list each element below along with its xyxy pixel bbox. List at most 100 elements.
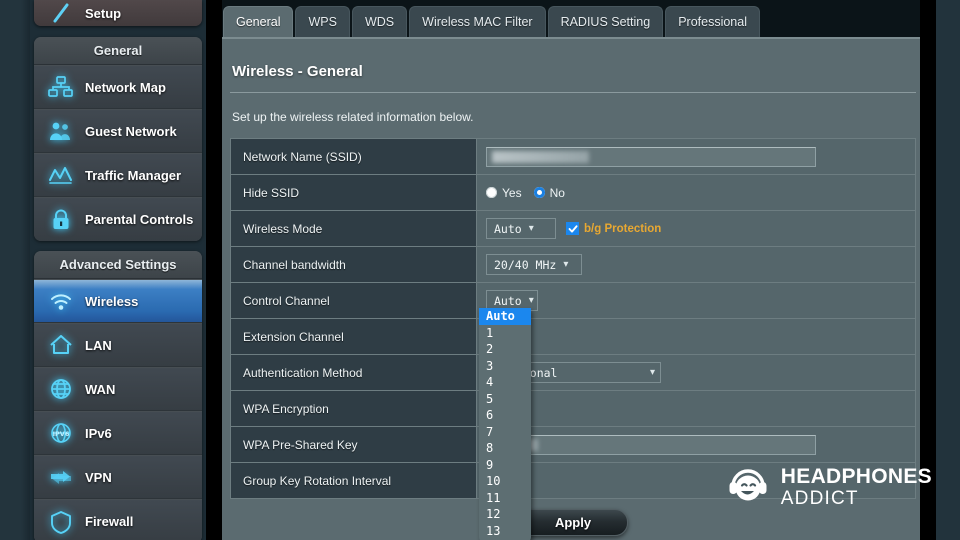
- table-row: Network Name (SSID): [231, 139, 915, 175]
- row-label-channel-bandwidth: Channel bandwidth: [231, 247, 477, 282]
- row-value-authentication-method: ersonal ▾: [477, 355, 915, 390]
- dropdown-option-12[interactable]: 12: [479, 506, 531, 523]
- chevron-down-icon: ▾: [649, 367, 655, 378]
- tab-bar: General WPS WDS Wireless MAC Filter RADI…: [222, 0, 920, 37]
- wireless-mode-select[interactable]: Auto ▾: [486, 218, 556, 239]
- sidebar-item-guest-network-label: Guest Network: [85, 123, 177, 139]
- sidebar-group-general-title: General: [34, 37, 202, 65]
- page-description: Set up the wireless related information …: [232, 110, 474, 124]
- sidebar-group-advanced-title: Advanced Settings: [34, 251, 202, 279]
- row-value-hide-ssid: Yes No: [477, 175, 915, 210]
- dropdown-option-9[interactable]: 9: [479, 457, 531, 474]
- dropdown-option-10[interactable]: 10: [479, 473, 531, 490]
- bg-protection-label: b/g Protection: [584, 222, 662, 235]
- chevron-down-icon: ▾: [528, 295, 534, 306]
- sidebar-item-traffic-manager[interactable]: Traffic Manager: [34, 153, 202, 197]
- hide-ssid-radio-yes[interactable]: Yes: [486, 186, 522, 200]
- row-value-group-key-rotation-interval[interactable]: [477, 463, 915, 498]
- tab-wireless-mac-filter[interactable]: Wireless MAC Filter: [409, 6, 546, 37]
- sidebar-item-wan[interactable]: WAN: [34, 367, 202, 411]
- sidebar-group-advanced-settings: Advanced Settings Wireless LAN WAN IPV6 …: [34, 251, 202, 540]
- hide-ssid-radio-no[interactable]: No: [533, 185, 565, 200]
- wand-icon: [46, 0, 76, 26]
- sidebar-item-setup-label: Setup: [85, 5, 122, 21]
- row-value-extension-channel[interactable]: [477, 319, 915, 354]
- table-row: Control Channel Auto ▾: [231, 283, 915, 319]
- control-channel-value: Auto: [494, 293, 522, 308]
- table-row: Authentication Method ersonal ▾: [231, 355, 915, 391]
- table-row: Group Key Rotation Interval: [231, 463, 915, 499]
- channel-bandwidth-select[interactable]: 20/40 MHz ▾: [486, 254, 582, 275]
- dropdown-option-1[interactable]: 1: [479, 325, 531, 342]
- ssid-input[interactable]: [486, 146, 816, 167]
- sidebar-item-setup[interactable]: Setup: [34, 0, 202, 26]
- right-divider: [920, 0, 936, 540]
- dropdown-option-13[interactable]: 13: [479, 523, 531, 540]
- sidebar-item-lan[interactable]: LAN: [34, 323, 202, 367]
- apply-bar: Apply: [222, 503, 920, 540]
- dropdown-option-8[interactable]: 8: [479, 440, 531, 457]
- channel-bandwidth-value: 20/40 MHz: [494, 257, 557, 272]
- shield-icon: [46, 507, 76, 537]
- wpa-pre-shared-key-input[interactable]: [486, 434, 816, 455]
- table-row: Wireless Mode Auto ▾ b/g Protection: [231, 211, 915, 247]
- dropdown-option-2[interactable]: 2: [479, 341, 531, 358]
- dropdown-option-4[interactable]: 4: [479, 374, 531, 391]
- router-admin-screen: Setup General Network Map Guest Network …: [0, 0, 960, 540]
- sidebar-item-vpn-label: VPN: [85, 469, 112, 485]
- row-value-wpa-encryption[interactable]: [477, 391, 915, 426]
- radio-circle-no: [533, 187, 545, 198]
- sidebar-item-ipv6-label: IPv6: [85, 425, 112, 441]
- guest-network-icon: [46, 116, 76, 146]
- page-title: Wireless - General: [232, 63, 363, 80]
- row-label-hide-ssid: Hide SSID: [231, 175, 477, 210]
- row-value-control-channel: Auto ▾: [477, 283, 915, 318]
- table-row: Channel bandwidth 20/40 MHz ▾: [231, 247, 915, 283]
- row-label-wpa-pre-shared-key: WPA Pre-Shared Key: [231, 427, 477, 462]
- dropdown-option-auto[interactable]: Auto: [479, 308, 531, 325]
- bg-protection-checkbox[interactable]: [566, 222, 579, 235]
- sidebar-item-guest-network[interactable]: Guest Network: [34, 109, 202, 153]
- tab-wps[interactable]: WPS: [295, 6, 350, 37]
- apply-button[interactable]: Apply: [518, 509, 628, 536]
- sidebar-group-general: General Network Map Guest Network Traffi…: [34, 37, 202, 241]
- row-label-authentication-method: Authentication Method: [231, 355, 477, 390]
- dropdown-option-11[interactable]: 11: [479, 490, 531, 507]
- sidebar-item-lan-label: LAN: [85, 337, 112, 353]
- sidebar-item-network-map[interactable]: Network Map: [34, 65, 202, 109]
- hide-ssid-no-label: No: [549, 185, 565, 200]
- dropdown-option-3[interactable]: 3: [479, 358, 531, 375]
- row-label-control-channel: Control Channel: [231, 283, 477, 318]
- sidebar-item-ipv6[interactable]: IPV6 IPv6: [34, 411, 202, 455]
- wifi-icon: [46, 286, 76, 316]
- table-row: WPA Pre-Shared Key: [231, 427, 915, 463]
- sidebar-item-parental-controls-label: Parental Controls: [85, 212, 194, 227]
- tab-professional[interactable]: Professional: [665, 6, 760, 37]
- dropdown-option-5[interactable]: 5: [479, 391, 531, 408]
- sidebar-item-wireless[interactable]: Wireless: [34, 279, 202, 323]
- row-label-extension-channel: Extension Channel: [231, 319, 477, 354]
- sidebar-item-vpn[interactable]: VPN: [34, 455, 202, 499]
- row-label-group-key-rotation-interval: Group Key Rotation Interval: [231, 463, 477, 498]
- sidebar-item-wireless-label: Wireless: [85, 293, 139, 309]
- tab-radius-setting[interactable]: RADIUS Setting: [547, 6, 664, 37]
- row-label-wpa-encryption: WPA Encryption: [231, 391, 477, 426]
- traffic-manager-icon: [46, 160, 76, 190]
- left-gutter: [0, 0, 30, 540]
- dropdown-option-6[interactable]: 6: [479, 407, 531, 424]
- control-channel-dropdown-list[interactable]: Auto 1 2 3 4 5 6 7 8 9 10 11 12 13: [479, 308, 531, 540]
- hide-ssid-yes-label: Yes: [502, 185, 522, 200]
- tab-wds[interactable]: WDS: [351, 6, 408, 37]
- row-value-wireless-mode: Auto ▾ b/g Protection: [477, 211, 915, 246]
- dropdown-option-7[interactable]: 7: [479, 424, 531, 441]
- table-row: Extension Channel: [231, 319, 915, 355]
- row-value-channel-bandwidth: 20/40 MHz ▾: [477, 247, 915, 282]
- svg-text:IPV6: IPV6: [53, 430, 70, 438]
- row-label-wireless-mode: Wireless Mode: [231, 211, 477, 246]
- sidebar-item-firewall[interactable]: Firewall: [34, 499, 202, 540]
- ipv6-icon: IPV6: [46, 418, 76, 448]
- sidebar-item-network-map-label: Network Map: [85, 79, 166, 95]
- tab-general[interactable]: General: [223, 6, 294, 37]
- parental-controls-icon: [46, 205, 76, 235]
- sidebar-item-parental-controls[interactable]: Parental Controls: [34, 197, 202, 241]
